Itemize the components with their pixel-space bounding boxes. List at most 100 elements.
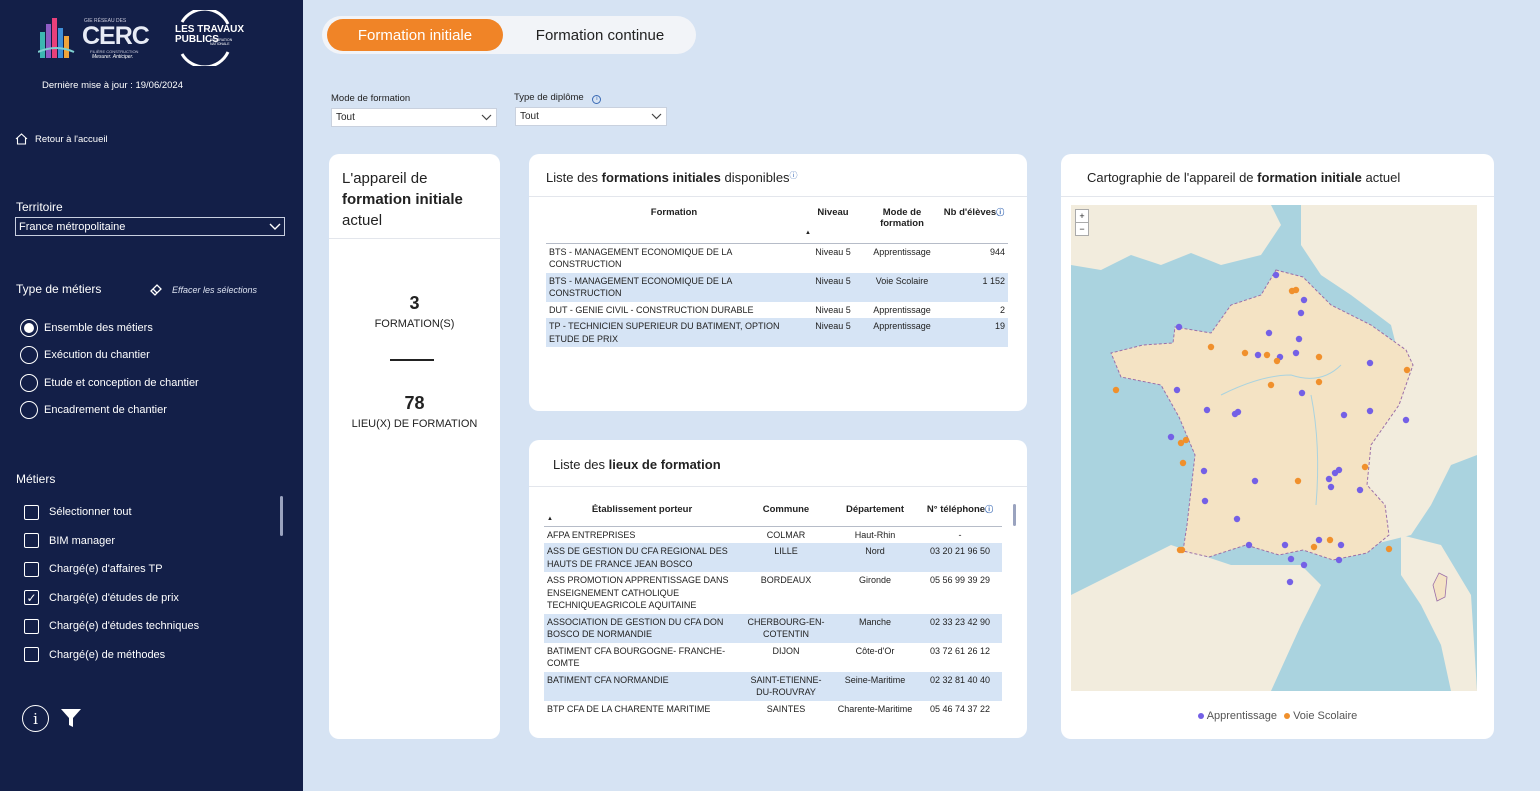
checkbox-job-5[interactable]: Chargé(e) de méthodes [24, 641, 199, 670]
map-point-marker[interactable] [1325, 475, 1333, 483]
map-point-marker[interactable] [1234, 408, 1242, 416]
map-point-marker[interactable] [1402, 416, 1410, 424]
map-point-marker[interactable] [1326, 536, 1334, 544]
checkbox-job-3[interactable]: ✓ Chargé(e) d'études de prix [24, 584, 199, 613]
clear-selection-button[interactable]: Effacer les sélections [149, 283, 257, 297]
checkbox-job-2[interactable]: Chargé(e) d'affaires TP [24, 555, 199, 584]
map-point-marker[interactable] [1335, 556, 1343, 564]
map-point-marker[interactable] [1310, 543, 1318, 551]
map-point-marker[interactable] [1295, 335, 1303, 343]
legend-item-voie-scolaire[interactable]: Voie Scolaire [1284, 710, 1357, 722]
map-point-marker[interactable] [1337, 541, 1345, 549]
tab-formation-continue[interactable]: Formation continue [510, 19, 690, 51]
map-point-marker[interactable] [1263, 351, 1271, 359]
map-point-marker[interactable] [1251, 477, 1259, 485]
map-point-marker[interactable] [1241, 349, 1249, 357]
france-map[interactable]: + − [1071, 205, 1477, 691]
column-header-eleves[interactable]: Nb d'élèvesⓘ [940, 207, 1008, 243]
column-header-etablissement[interactable]: Établissement porteur ▲ [544, 504, 740, 526]
map-point-marker[interactable] [1300, 561, 1308, 569]
map-point-marker[interactable] [1327, 483, 1335, 491]
map-point-marker[interactable] [1335, 466, 1343, 474]
map-point-marker[interactable] [1233, 515, 1241, 523]
places-table-scrollbar[interactable] [1013, 504, 1016, 526]
zoom-out-button[interactable]: − [1076, 223, 1088, 235]
table-row[interactable]: ASS DE GESTION DU CFA REGIONAL DES HAUTS… [544, 543, 1002, 572]
map-point-marker[interactable] [1167, 433, 1175, 441]
legend-item-apprentissage[interactable]: Apprentissage [1197, 710, 1277, 722]
map-point-marker[interactable] [1175, 323, 1183, 331]
info-icon[interactable]: ⓘ [985, 505, 993, 514]
filter-icon[interactable] [60, 707, 82, 729]
map-point-marker[interactable] [1267, 381, 1275, 389]
map-point-marker[interactable] [1297, 309, 1305, 317]
map-point-marker[interactable] [1292, 349, 1300, 357]
map-point-marker[interactable] [1315, 536, 1323, 544]
table-row[interactable]: BTS - MANAGEMENT ECONOMIQUE DE LA CONSTR… [546, 243, 1008, 273]
checkbox-job-4[interactable]: Chargé(e) d'études techniques [24, 612, 199, 641]
tab-formation-initiale[interactable]: Formation initiale [327, 19, 503, 51]
radio-job-type-2[interactable]: Etude et conception de chantier [20, 369, 199, 397]
map-point-marker[interactable] [1112, 386, 1120, 394]
map-point-marker[interactable] [1403, 366, 1411, 374]
map-point-marker[interactable] [1287, 555, 1295, 563]
zoom-in-button[interactable]: + [1076, 210, 1088, 223]
map-point-marker[interactable] [1177, 439, 1185, 447]
territory-select[interactable]: France métropolitaine [15, 217, 285, 236]
diploma-filter-select[interactable]: Tout [515, 107, 667, 126]
table-row[interactable]: TP - TECHNICIEN SUPERIEUR DU BATIMENT, O… [546, 318, 1008, 347]
map-point-marker[interactable] [1315, 353, 1323, 361]
table-row[interactable]: BATIMENT CFA NORMANDIE SAINT-ETIENNE-DU-R… [544, 671, 1002, 701]
table-row[interactable]: BTP CFA DE LA CHARENTE MARITIME SAINTES Ch… [544, 701, 1002, 718]
map-point-marker[interactable] [1385, 545, 1393, 553]
map-point-marker[interactable] [1203, 406, 1211, 414]
map-point-marker[interactable] [1254, 351, 1262, 359]
info-icon[interactable]: i [22, 705, 49, 732]
map-point-marker[interactable] [1300, 296, 1308, 304]
table-row[interactable]: ASS PROMOTION APPRENTISSAGE DANS ENSEIGN… [544, 572, 1002, 614]
map-point-marker[interactable] [1201, 497, 1209, 505]
column-header-telephone[interactable]: N° téléphoneⓘ [918, 504, 1002, 526]
checkbox-job-0[interactable]: Sélectionner tout [24, 498, 199, 527]
info-icon[interactable]: ⓘ [996, 208, 1004, 217]
table-row[interactable]: AFPA ENTREPRISES COLMAR Haut-Rhin - [544, 526, 1002, 543]
map-point-marker[interactable] [1178, 546, 1186, 554]
radio-job-type-0[interactable]: Ensemble des métiers [20, 314, 199, 342]
radio-job-type-3[interactable]: Encadrement de chantier [20, 397, 199, 425]
map-point-marker[interactable] [1286, 578, 1294, 586]
column-header-formation[interactable]: Formation [546, 207, 802, 243]
table-row[interactable]: BATIMENT CFA BOURGOGNE- FRANCHE-COMTE DIJ… [544, 643, 1002, 672]
map-point-marker[interactable] [1281, 541, 1289, 549]
table-row[interactable]: ASSOCIATION DE GESTION DU CFA DON BOSCO … [544, 613, 1002, 643]
map-point-marker[interactable] [1207, 343, 1215, 351]
checkbox-job-1[interactable]: BIM manager [24, 527, 199, 556]
map-point-marker[interactable] [1298, 389, 1306, 397]
map-point-marker[interactable] [1356, 486, 1364, 494]
table-row[interactable]: DUT - GENIE CIVIL - CONSTRUCTION DURABLE… [546, 302, 1008, 319]
map-point-marker[interactable] [1273, 357, 1281, 365]
table-row[interactable]: BTS - MANAGEMENT ECONOMIQUE DE LA CONSTR… [546, 272, 1008, 302]
map-point-marker[interactable] [1340, 411, 1348, 419]
map-point-marker[interactable] [1315, 378, 1323, 386]
info-icon[interactable]: i [592, 95, 602, 104]
map-point-marker[interactable] [1245, 541, 1253, 549]
column-header-mode[interactable]: Mode de formation [864, 207, 940, 243]
mode-filter-select[interactable]: Tout [331, 108, 497, 127]
radio-job-type-1[interactable]: Exécution du chantier [20, 342, 199, 370]
map-point-marker[interactable] [1288, 287, 1296, 295]
map-point-marker[interactable] [1265, 329, 1273, 337]
map-point-marker[interactable] [1179, 459, 1187, 467]
column-header-departement[interactable]: Département [832, 504, 918, 526]
jobs-scrollbar[interactable] [280, 496, 283, 536]
map-point-marker[interactable] [1272, 271, 1280, 279]
column-header-commune[interactable]: Commune [740, 504, 832, 526]
info-icon[interactable]: ⓘ [790, 171, 798, 180]
home-link[interactable]: Retour à l'accueil [15, 133, 108, 145]
map-point-marker[interactable] [1294, 477, 1302, 485]
map-point-marker[interactable] [1366, 407, 1374, 415]
map-point-marker[interactable] [1361, 463, 1369, 471]
map-point-marker[interactable] [1200, 467, 1208, 475]
column-header-niveau[interactable]: Niveau ▲ [802, 207, 864, 243]
map-point-marker[interactable] [1173, 386, 1181, 394]
map-point-marker[interactable] [1366, 359, 1374, 367]
